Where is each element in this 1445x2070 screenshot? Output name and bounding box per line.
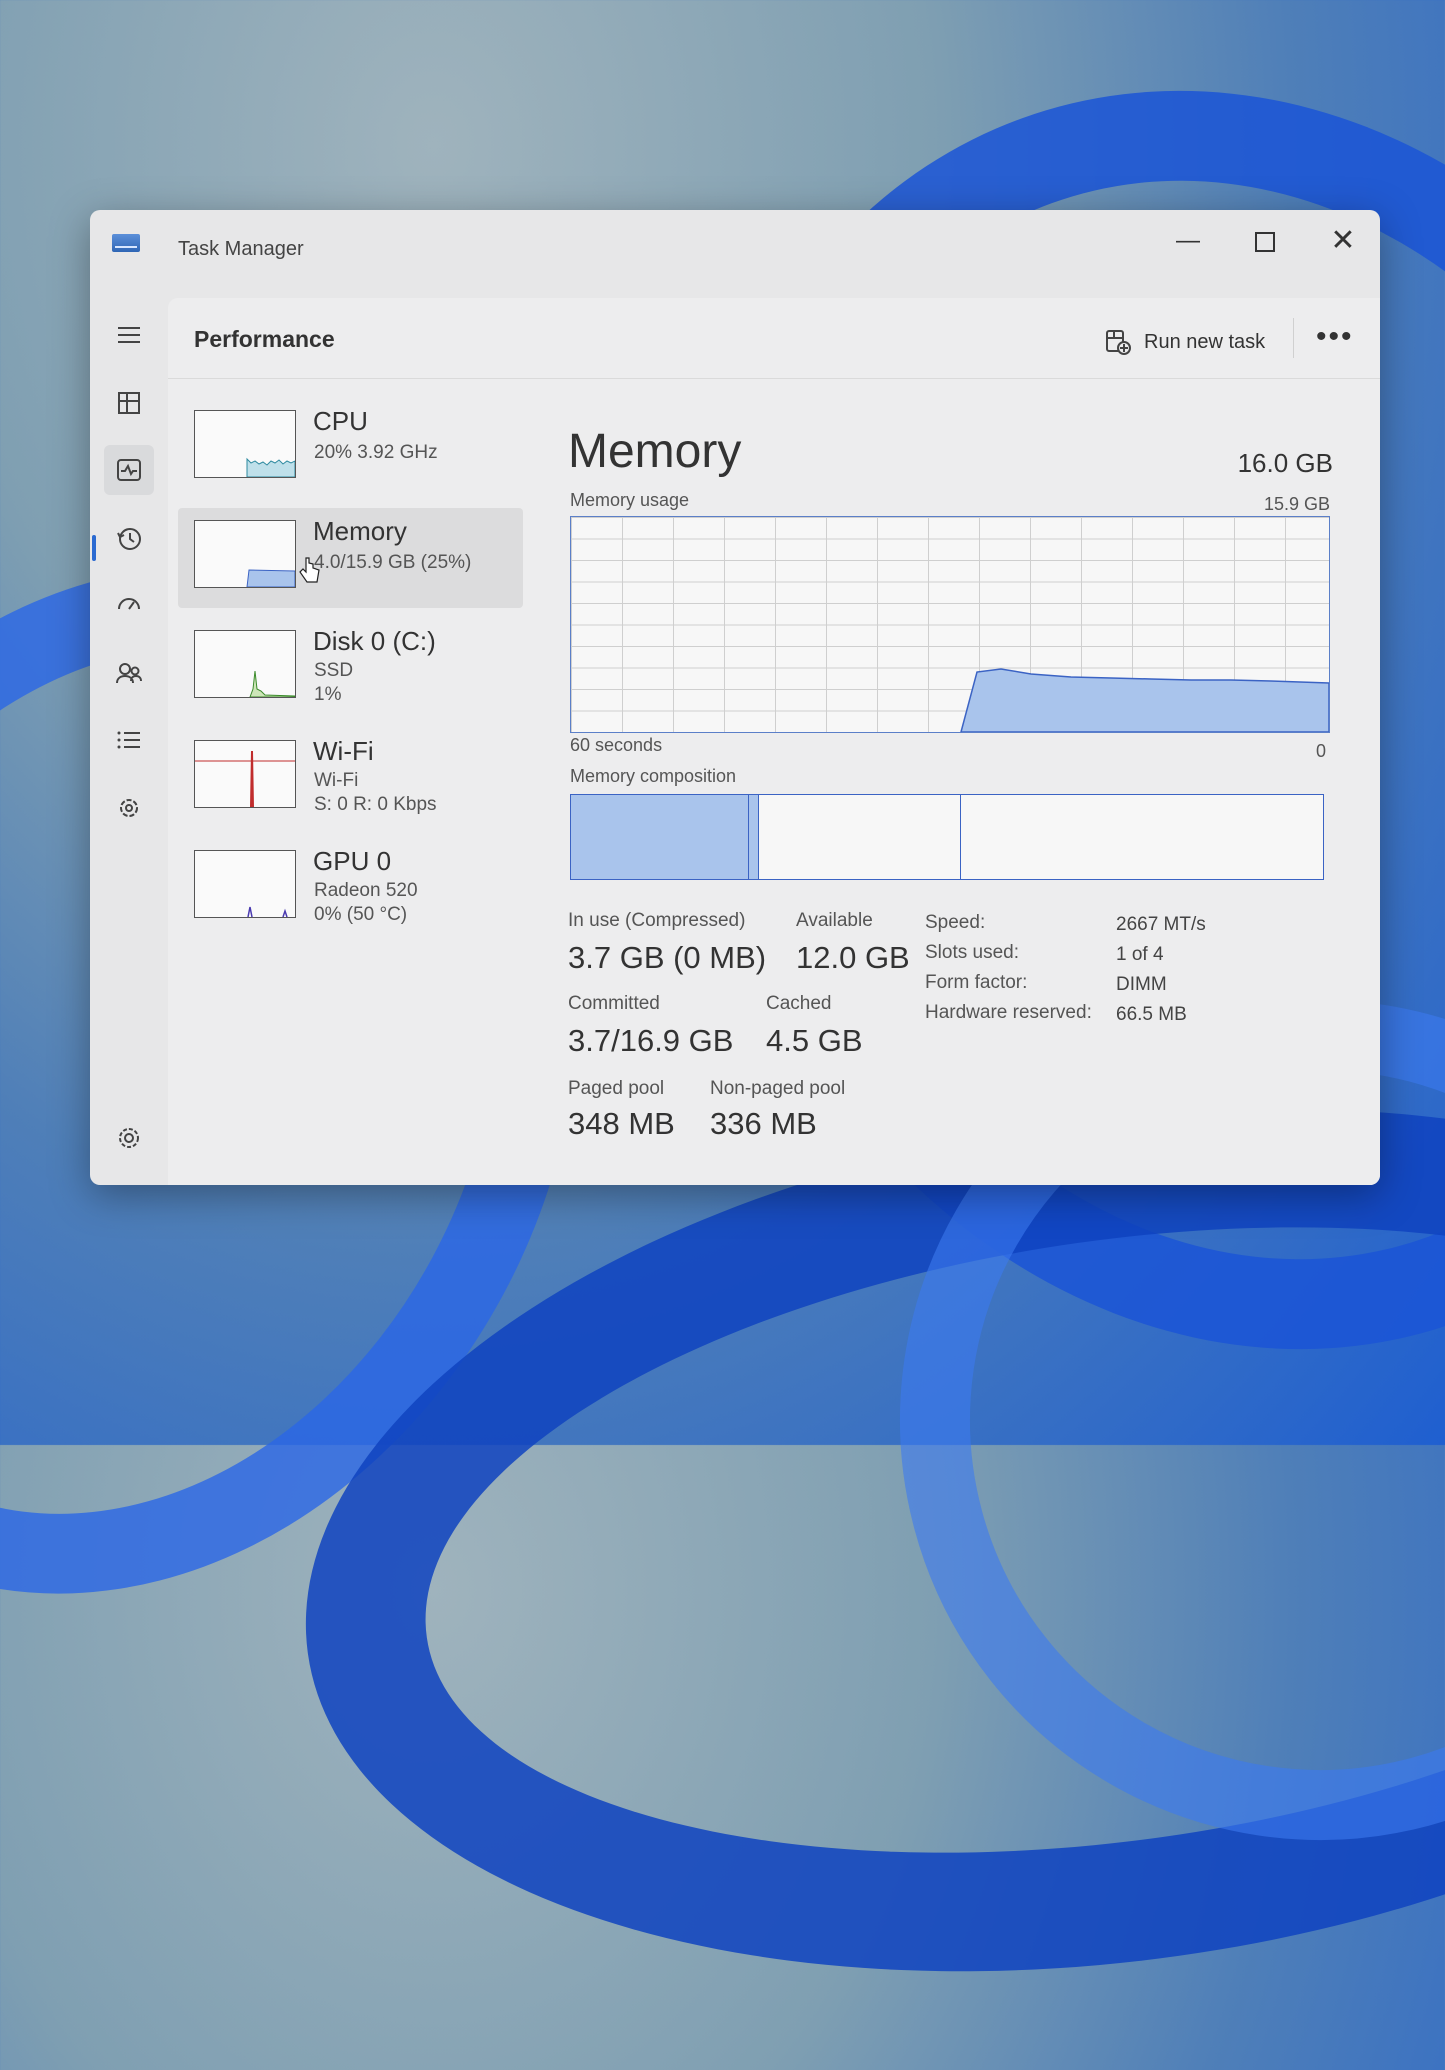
- title-bar[interactable]: Task Manager — ✕: [90, 210, 1380, 290]
- startup-apps-icon: [118, 598, 140, 610]
- maximize-icon: [1255, 231, 1275, 252]
- device-name: Memory: [313, 516, 407, 546]
- nav-app-history[interactable]: [104, 513, 154, 563]
- app-history-icon: [117, 528, 141, 550]
- hand-cursor-icon: [299, 557, 320, 583]
- processes-icon: [118, 392, 140, 414]
- memory-usage-max: 15.9 GB: [1263, 494, 1330, 514]
- slots-used-value: 1 of 4: [1116, 944, 1164, 965]
- services-icon: [120, 799, 138, 817]
- run-new-task-button[interactable]: Run new task: [1104, 328, 1265, 356]
- memory-usage-label: Memory usage: [570, 490, 690, 510]
- speed-label: Speed:: [925, 912, 986, 933]
- run-new-task-icon: [1106, 330, 1131, 355]
- speed-value: 2667 MT/s: [1116, 914, 1206, 935]
- wifi-thumbnail-graph: [194, 740, 296, 808]
- hamburger-menu-button[interactable]: [104, 310, 154, 360]
- toolbar-divider: [1293, 318, 1294, 358]
- cached-value: 4.5 GB: [766, 1023, 863, 1058]
- graph-time-label: 60 seconds: [570, 735, 663, 755]
- in-use-label: In use (Compressed): [568, 910, 746, 931]
- performance-page: Performance Run new task ••• CPU 20% 3.9…: [168, 298, 1380, 1185]
- hamburger-icon: [118, 327, 140, 343]
- composition-in-use: [571, 795, 749, 879]
- committed-label: Committed: [568, 993, 660, 1014]
- device-item-cpu[interactable]: CPU 20% 3.92 GHz: [178, 398, 523, 498]
- memory-detail-panel: Memory 16.0 GB Memory usage 15.9 GB 60 s…: [568, 398, 1338, 1178]
- memory-heading: Memory: [568, 425, 742, 478]
- cached-label: Cached: [766, 993, 832, 1014]
- paged-pool-label: Paged pool: [568, 1078, 665, 1099]
- device-item-memory[interactable]: Memory 4.0/15.9 GB (25%): [178, 508, 523, 608]
- settings-icon: [119, 1128, 139, 1148]
- device-detail: Radeon 520: [314, 880, 418, 901]
- device-detail: SSD: [314, 660, 354, 681]
- nav-details[interactable]: [104, 715, 154, 765]
- device-detail: 20% 3.92 GHz: [314, 442, 438, 463]
- hardware-reserved-label: Hardware reserved:: [925, 1002, 1092, 1023]
- device-detail: 0% (50 °C): [314, 904, 408, 925]
- device-item-wifi[interactable]: Wi-Fi Wi-Fi S: 0 R: 0 Kbps: [178, 728, 523, 828]
- form-factor-value: DIMM: [1116, 974, 1167, 995]
- device-name: Wi-Fi: [313, 736, 374, 766]
- cpu-thumbnail-graph: [194, 410, 296, 478]
- composition-free: [961, 795, 1323, 879]
- memory-thumbnail-graph: [194, 520, 296, 588]
- close-button[interactable]: ✕: [1323, 224, 1363, 258]
- composition-modified: [749, 795, 759, 879]
- gpu-thumbnail-graph: [194, 850, 296, 918]
- non-paged-pool-label: Non-paged pool: [710, 1078, 846, 1099]
- nav-performance[interactable]: [104, 445, 154, 495]
- task-manager-window: Task Manager — ✕ Performance Run new tas…: [90, 210, 1380, 1185]
- graph-zero-label: 0: [1316, 741, 1327, 761]
- page-title: Performance: [194, 326, 335, 352]
- device-item-gpu[interactable]: GPU 0 Radeon 520 0% (50 °C): [178, 838, 523, 938]
- device-name: GPU 0: [313, 846, 392, 876]
- run-new-task-label: Run new task: [1144, 330, 1266, 353]
- non-paged-pool-value: 336 MB: [710, 1106, 817, 1141]
- memory-composition-label: Memory composition: [570, 766, 737, 786]
- available-label: Available: [796, 910, 873, 931]
- page-header: Performance Run new task •••: [168, 298, 1380, 379]
- nav-startup-apps[interactable]: [104, 580, 154, 630]
- device-list: CPU 20% 3.92 GHz Memory 4.0/15.9 GB (25%…: [178, 398, 523, 948]
- memory-composition-bar: [570, 794, 1324, 880]
- details-icon: [117, 731, 140, 749]
- device-name: Disk 0 (C:): [313, 626, 436, 656]
- nav-services[interactable]: [104, 783, 154, 833]
- nav-users[interactable]: [104, 648, 154, 698]
- performance-icon: [117, 459, 141, 481]
- hardware-reserved-value: 66.5 MB: [1116, 1004, 1187, 1025]
- device-detail: 1%: [314, 684, 342, 705]
- form-factor-label: Form factor:: [925, 972, 1028, 993]
- users-icon: [116, 663, 142, 684]
- minimize-button[interactable]: —: [1168, 224, 1208, 258]
- nav-processes[interactable]: [104, 378, 154, 428]
- more-options-button[interactable]: •••: [1316, 320, 1354, 354]
- nav-rail: [90, 290, 168, 1185]
- committed-value: 3.7/16.9 GB: [568, 1023, 734, 1058]
- memory-total: 16.0 GB: [1237, 448, 1333, 478]
- paged-pool-value: 348 MB: [568, 1106, 675, 1141]
- nav-settings[interactable]: [104, 1113, 154, 1163]
- composition-standby: [759, 795, 961, 879]
- device-item-disk[interactable]: Disk 0 (C:) SSD 1%: [178, 618, 523, 718]
- device-detail: S: 0 R: 0 Kbps: [314, 794, 437, 815]
- window-title: Task Manager: [178, 238, 304, 260]
- active-indicator: [92, 535, 96, 561]
- slots-used-label: Slots used:: [925, 942, 1019, 963]
- device-detail: 4.0/15.9 GB (25%): [314, 552, 472, 573]
- memory-usage-graph: [570, 516, 1330, 733]
- disk-thumbnail-graph: [194, 630, 296, 698]
- device-name: CPU: [313, 406, 368, 436]
- maximize-button[interactable]: [1245, 224, 1285, 258]
- device-detail: Wi-Fi: [314, 770, 359, 791]
- task-manager-app-icon: [112, 234, 140, 252]
- available-value: 12.0 GB: [796, 940, 910, 975]
- in-use-value: 3.7 GB (0 MB): [568, 940, 767, 975]
